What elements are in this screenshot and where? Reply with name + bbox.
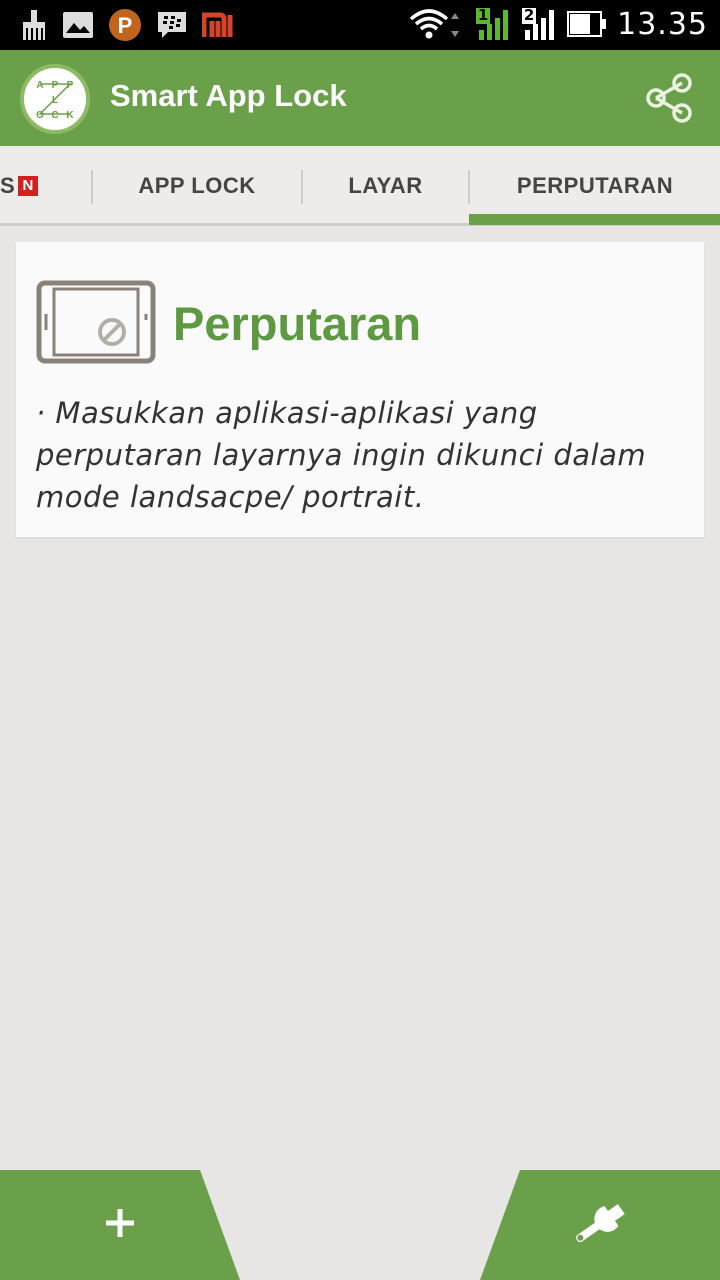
tab-label: APP LOCK	[138, 173, 256, 198]
logo-letter: P	[67, 80, 74, 91]
rotation-lock-icon	[36, 280, 156, 364]
tab-layar[interactable]: LAYAR	[303, 146, 468, 226]
sim1-signal: 1	[475, 6, 511, 42]
clock: 13.35	[617, 6, 708, 42]
sim2-signal: 2	[521, 6, 557, 42]
p-icon: P	[109, 9, 141, 41]
app-logo: A P P L O C K	[20, 64, 90, 134]
logo-letter: A	[36, 80, 43, 91]
tab-partial[interactable]: S N	[0, 146, 92, 226]
broom-icon	[23, 10, 45, 40]
active-tab-indicator	[469, 214, 720, 225]
logo-letter: P	[52, 80, 59, 91]
info-card: Perputaran · Masukkan aplikasi-aplikasi …	[16, 242, 704, 537]
bbm-icon	[158, 12, 186, 38]
app-bar: A P P L O C K Smart App Lock	[0, 50, 720, 146]
logo-letter: C	[51, 110, 58, 121]
sim2-label: 2	[523, 6, 535, 24]
tab-label: S	[0, 173, 16, 198]
wifi-icon	[409, 9, 460, 39]
mi-icon	[202, 12, 233, 37]
logo-letter: O	[36, 110, 44, 121]
tab-label: PERPUTARAN	[516, 173, 674, 198]
tab-app-lock[interactable]: APP LOCK	[93, 146, 301, 226]
share-icon[interactable]	[642, 70, 698, 126]
card-title: Perputaran	[173, 297, 422, 350]
gallery-icon	[63, 12, 93, 38]
logo-letter: K	[66, 110, 74, 121]
status-bar: P 1 2 13.35	[0, 0, 720, 50]
new-badge: N	[18, 176, 39, 196]
logo-letter: L	[52, 95, 58, 106]
app-title: Smart App Lock	[110, 78, 347, 113]
sim1-label: 1	[477, 6, 489, 24]
add-button[interactable]	[0, 1170, 240, 1280]
settings-button[interactable]	[480, 1170, 720, 1280]
card-description: · Masukkan aplikasi-aplikasi yang perput…	[36, 396, 647, 514]
tab-label: LAYAR	[348, 173, 423, 198]
notification-icons: P	[20, 8, 238, 42]
svg-text:P: P	[118, 13, 133, 38]
battery-icon	[567, 11, 607, 37]
system-indicators: 1 2 13.35	[407, 6, 708, 42]
